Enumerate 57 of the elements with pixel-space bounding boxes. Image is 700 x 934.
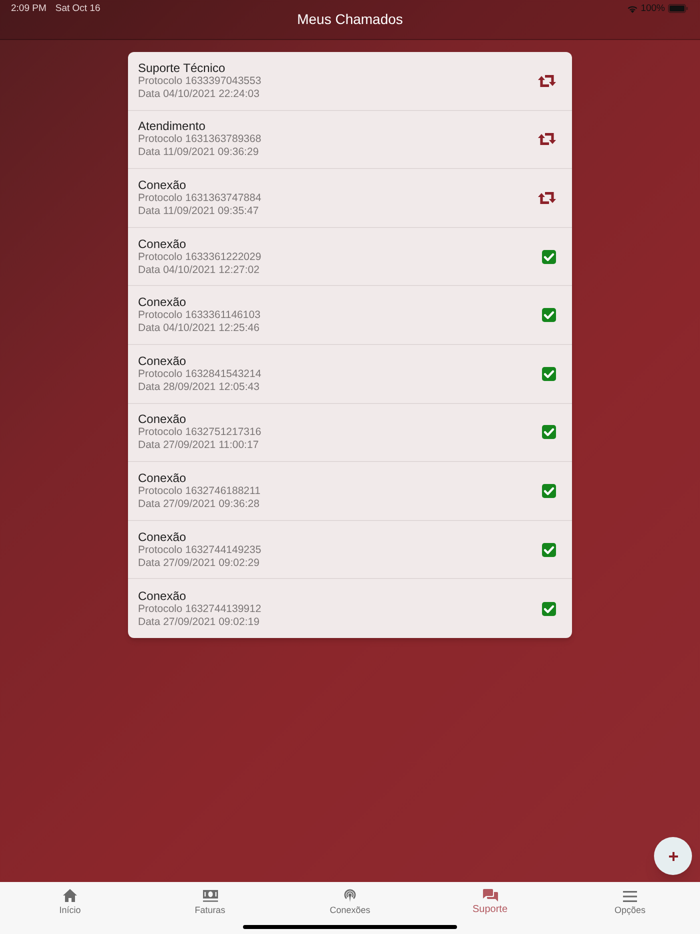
ticket-date: Data 27/09/2021 11:00:17	[138, 439, 260, 452]
ticket-date: Data 04/10/2021 12:25:46	[138, 322, 260, 336]
ticket-title: Conexão	[138, 295, 188, 310]
add-button[interactable]	[654, 837, 692, 875]
ticket-row[interactable]: Atendimento Protocolo 1631363789368 Data 11/09/2021 09:36:29	[128, 110, 572, 170]
menu-icon	[623, 891, 637, 902]
tab-bar-item[interactable]: Conexões	[280, 882, 420, 934]
ticket-title: Conexão	[138, 178, 188, 192]
ticket-date: Data 11/09/2021 09:35:47	[138, 204, 260, 218]
ticket-protocol: Protocolo 1632841543214	[138, 368, 262, 381]
signal-rings-icon	[343, 888, 357, 902]
ticket-date: Data 27/09/2021 09:36:28	[138, 498, 260, 511]
ticket-row[interactable]: Conexão Protocolo 1632746188211 Data 27/09/2021 09:36:28	[128, 462, 572, 521]
chat-bubbles-icon	[482, 889, 498, 902]
ticket-protocol: Protocolo 1632744149235	[138, 544, 262, 557]
ticket-row[interactable]: Suporte Técnico Protocolo 1633397043553 Data 04/10/2021 22:24:03	[128, 52, 572, 111]
ticket-row[interactable]: Conexão Protocolo 1632744149235 Data 27/09/2021 09:02:29	[128, 520, 572, 580]
ticket-row[interactable]: Conexão Protocolo 1633361146103 Data 04/10/2021 12:25:46	[128, 286, 572, 345]
ticket-date: Data 04/10/2021 22:24:03	[138, 88, 260, 101]
ticket-row[interactable]: Conexão Protocolo 1632751217316 Data 27/09/2021 11:00:17	[128, 404, 572, 462]
ticket-row[interactable]: Conexão Protocolo 1632744139912 Data 27/09/2021 09:02:19	[128, 579, 572, 638]
battery-percent: 100%	[640, 3, 665, 14]
ticket-title: Conexão	[138, 236, 188, 251]
ticket-protocol: Protocolo 1632746188211	[138, 484, 262, 498]
status-date: Sat Oct 16	[55, 3, 100, 14]
ticket-protocol: Protocolo 1633361222029	[138, 250, 262, 264]
battery-icon	[668, 4, 688, 13]
ticket-protocol: Protocolo 1633361146103	[138, 309, 262, 322]
ticket-title: Conexão	[138, 588, 188, 603]
ticket-row[interactable]: Conexão Protocolo 1631363747884 Data 11/09/2021 09:35:47	[128, 169, 572, 228]
tab-bar-item[interactable]: Início	[0, 882, 140, 934]
ticket-title: Conexão	[138, 412, 188, 426]
ticket-row[interactable]: Conexão Protocolo 1633361222029 Data 04/10/2021 12:27:02	[128, 228, 572, 286]
ticket-title: Atendimento	[138, 119, 206, 134]
plus-icon	[668, 852, 678, 860]
ticket-protocol: Protocolo 1633397043553	[138, 74, 262, 88]
ticket-date: Data 28/09/2021 12:05:43	[138, 380, 260, 394]
ticket-date: Data 04/10/2021 12:27:02	[138, 264, 260, 277]
ticket-title: Conexão	[138, 530, 188, 544]
ticket-row[interactable]: Conexão Protocolo 1632841543214 Data 28/09/2021 12:05:43	[128, 344, 572, 404]
banknote-icon	[202, 890, 218, 902]
tab-bar-item[interactable]: Suporte	[420, 882, 560, 934]
home-icon	[63, 889, 77, 902]
page-title: Meus Chamados	[297, 11, 403, 28]
ticket-protocol: Protocolo 1631363747884	[138, 192, 262, 205]
wifi-icon	[626, 4, 638, 12]
status-time: 2:09 PM	[11, 3, 46, 14]
ticket-date: Data 27/09/2021 09:02:19	[138, 616, 260, 629]
ticket-date: Data 27/09/2021 09:02:29	[138, 556, 260, 570]
ticket-title: Suporte Técnico	[138, 60, 226, 75]
ticket-protocol: Protocolo 1632744139912	[138, 602, 262, 616]
ticket-title: Conexão	[138, 470, 188, 485]
ticket-date: Data 11/09/2021 09:36:29	[138, 146, 260, 160]
ticket-protocol: Protocolo 1631363789368	[138, 133, 262, 146]
tab-bar-item[interactable]: Opções	[560, 882, 700, 934]
ticket-protocol: Protocolo 1632751217316	[138, 426, 262, 440]
ticket-title: Conexão	[138, 354, 188, 368]
